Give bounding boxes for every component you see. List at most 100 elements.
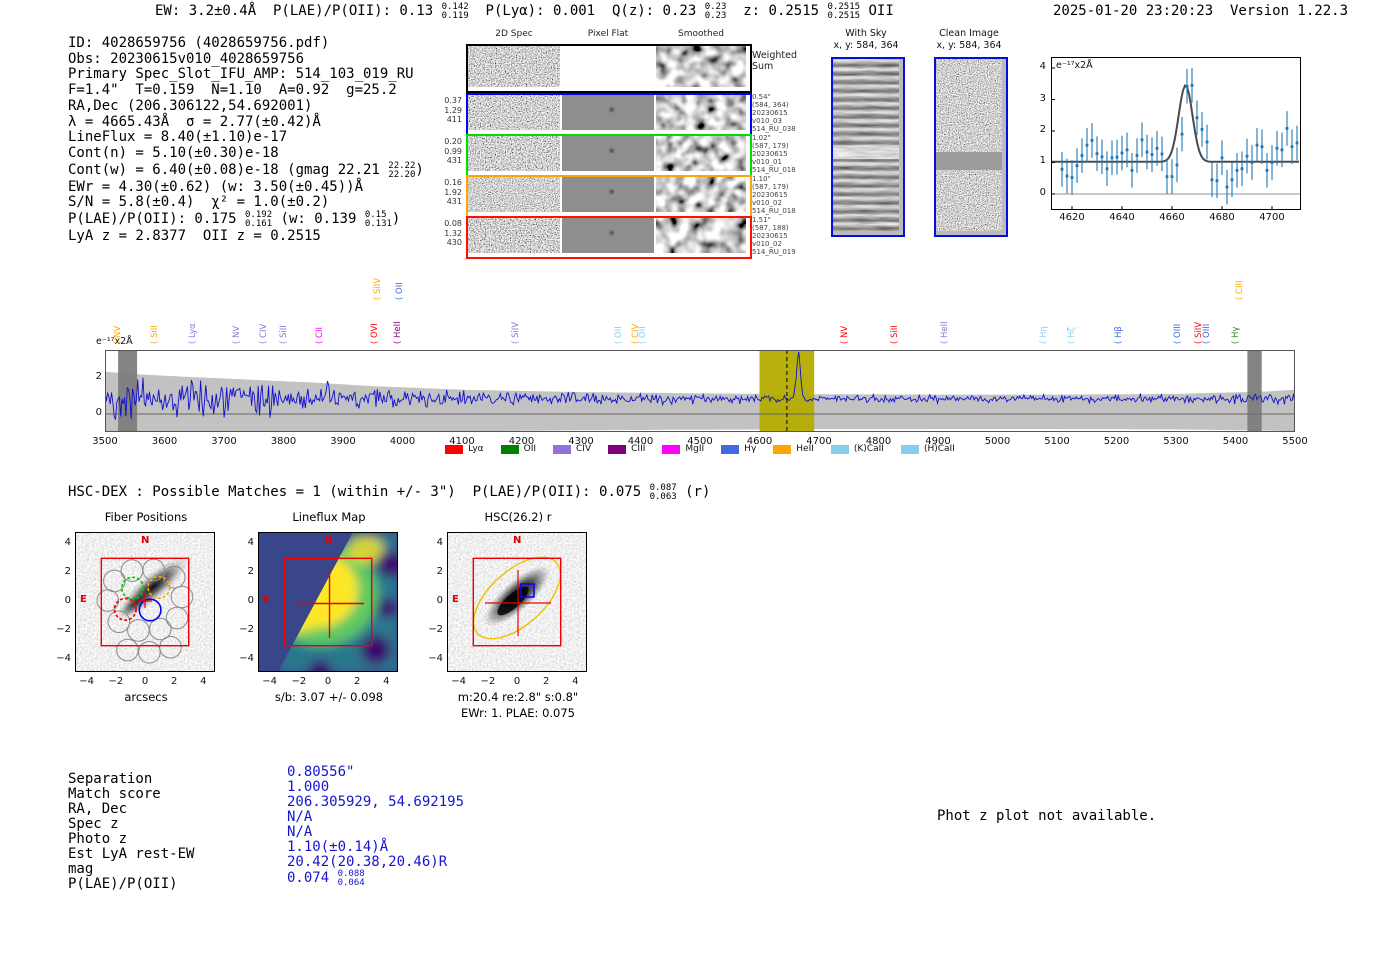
spectrum-x-tick: 4300 [568,436,594,447]
emission-line-label: ( OII [637,326,648,344]
panel-y-tick: 0 [247,595,254,606]
hsc-image-xlabel2: EWr: 1. PLAE: 0.075 [461,706,575,720]
fiber-positions-image [75,532,215,672]
sup-sub-value: 0.142 0.119 [441,2,469,21]
legend-swatch [662,444,681,454]
elixer-detection-report: EW: 3.2±0.4Å P(LAE)/P(OII): 0.13 0.142 0.… [0,0,1400,953]
compass-east: E [452,594,459,605]
top-stats-line: EW: 3.2±0.4Å P(LAE)/P(OII): 0.13 0.142 0.… [155,2,894,21]
sup-sub-value: 0.2515 0.2515 [827,2,861,21]
panel-x-tick: 0 [513,676,521,687]
info-line: Cont(w) = 6.40(±0.08)e-18 (gmag 22.21 22… [68,160,424,180]
compass-north: N [513,535,522,546]
panel-x-tick: −4 [262,676,278,687]
zoom-chart-y-tick: 0 [1039,186,1046,198]
match-table-label: RA, Dec [68,801,128,817]
zoom-chart-y-tick: 3 [1039,92,1046,104]
spectrum-x-tick: 4200 [508,436,535,447]
panel-y-tick: 0 [436,595,443,606]
masked-sky-band [936,152,1002,170]
sup-sub-value: 22.22 22.20 [388,160,416,180]
emission-line-label: ( SiIV [372,277,383,300]
emission-line-label: ( SiIV [510,321,521,344]
match-table-label: Photo z [68,831,128,847]
emission-line-label: ( SiII [890,325,901,344]
emission-line-label: ( Lyα [188,323,199,344]
line-fit-chart [1051,57,1301,210]
spectrum-x-tick: 4000 [389,436,416,447]
zoom-chart-x-tick: 4640 [1109,212,1135,223]
spectrum-x-tick: 5500 [1282,436,1308,447]
panel-x-tick: −4 [79,676,95,687]
cutout-annotation: 1.02" (587, 179) 20230615 v010_01 514_RU… [752,134,796,174]
spectrum-x-tick: 5000 [984,436,1011,447]
match-table-value: 20.42(20.38,20.46)R [287,854,448,870]
zoom-chart-y-tick: 4 [1039,61,1046,73]
with-sky-title: With Sky [845,28,887,39]
info-line: λ = 4665.43Å σ = 2.77(±0.42)Å [68,113,321,130]
panel-x-tick: 2 [353,676,361,687]
panel-x-tick: 2 [542,676,550,687]
spectrum-y-tick: 2 [95,371,102,383]
fiber-positions-title: Fiber Positions [104,510,188,524]
zoom-chart-x-tick: 4680 [1209,212,1235,223]
panel-y-tick: 4 [436,536,443,548]
sky-noise-overlay [833,59,899,231]
spectrum-x-tick: 5200 [1103,436,1130,447]
spectrum-x-tick: 4900 [925,436,951,447]
panel-y-tick: −2 [239,624,254,636]
panel-y-tick: 4 [247,536,254,548]
emission-line-label: ( Hβ [1113,326,1124,344]
panel-x-tick: −2 [291,676,307,687]
emission-line-label: ( NV [840,325,851,344]
hsc-image-xlabel: m:20.4 re:2.8" s:0.8" [457,690,579,704]
sup-sub-value: 0.23 0.23 [704,2,727,21]
cutout-left-labels: 0.20 0.99 431 [444,137,462,165]
clean-image [934,57,1008,237]
sup-sub-value: 0.192 0.161 [245,210,273,230]
compass-north: N [324,535,333,546]
emission-line-label: ( OIII [1201,323,1212,344]
panel-y-tick: −2 [428,624,443,636]
panel-y-tick: −4 [428,653,443,665]
with-sky-header: With Sky x, y: 584, 364 [826,28,906,51]
emission-line-label: ( HeII [392,321,403,344]
clean-image-coords: x, y: 584, 364 [936,39,1002,51]
info-line: RA,Dec (206.306122,54.692001) [68,97,313,114]
spectrum-x-tick: 4700 [806,436,832,447]
spectrum-x-tick: 4600 [746,436,773,447]
match-table-label: P(LAE)/P(OII) [68,876,178,892]
phot-z-note: Phot z plot not available. [937,808,1157,824]
emission-line-label: ( OII [395,282,406,300]
emission-line-label: ( Hζ [1067,326,1078,344]
column-header-smoothed: Smoothed [678,29,724,39]
match-table-label: Match score [68,786,161,802]
clean-image-title: Clean Image [939,28,999,39]
emission-line-label: ( Hγ [1230,326,1241,344]
emission-line-label: ( OVI [370,323,381,344]
info-line: Obs: 20230615v010_4028659756 [68,50,305,67]
panel-x-tick: −4 [451,676,467,687]
match-table-label: Est LyA rest-EW [68,846,195,862]
clean-image-header: Clean Image x, y: 584, 364 [929,28,1009,51]
info-line: S/N = 5.8(±0.4) χ² = 1.0(±0.2) [68,194,330,211]
spectrum-x-tick: 5100 [1044,436,1070,447]
spectrum-x-tick: 4100 [449,436,475,447]
spectrum-x-tick: 4800 [865,436,892,447]
with-sky-coords: x, y: 584, 364 [833,39,899,51]
emission-line-label: ( SiII [149,325,160,344]
panel-x-tick: 2 [170,676,178,687]
emission-line-label: ( HeII [940,321,951,344]
info-line: F=1.4" T=0.159 N=1.10 A=0.92 g=25.2 [68,82,397,99]
info-line: LineFlux = 8.40(±1.10)e-17 [68,129,288,146]
clean-noise [936,59,1002,231]
weighted-sum-label: Weighted Sum [752,50,797,72]
emission-line-label: ( OII [614,326,625,344]
panel-y-tick: 2 [64,565,71,577]
zoom-chart-x-tick: 4620 [1059,212,1085,223]
sup-sub-value: 0.087 0.063 [649,483,677,502]
spectrum-x-tick: 3700 [211,436,237,447]
match-table-label: Spec z [68,816,119,832]
emission-line-label: ( CIV [259,323,270,344]
lineflux-map-image [258,532,398,672]
